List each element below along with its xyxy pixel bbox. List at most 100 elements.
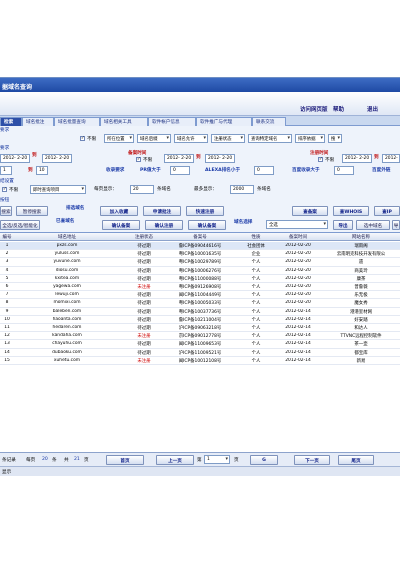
extra-button[interactable]: 导	[392, 220, 400, 230]
date-to-input[interactable]: 2012- 2-20	[42, 154, 72, 163]
menu-web-version[interactable]: 访问网页版	[300, 105, 328, 113]
tab-annotate[interactable]: 域名批注	[22, 117, 54, 126]
row-reg-status: 未注册	[137, 358, 151, 364]
check-record-button[interactable]: 查备案	[292, 206, 328, 216]
max-input[interactable]: 2000	[230, 185, 254, 194]
table-row[interactable]: 6 yagewa.com 未注册 粤ICP备09126908号 个人 2012-02-20…	[0, 283, 400, 292]
row-domain: pxzs.com	[56, 243, 78, 248]
check-ip-button[interactable]: 查IP	[374, 206, 400, 216]
last-page-button[interactable]: 尾页	[338, 455, 374, 465]
domain-choose-select[interactable]: 全选	[266, 220, 328, 229]
row-site-name: 和达人	[354, 326, 368, 331]
table-row[interactable]: 2 yuluss.com 待过期 粤ICP备10001635号 企业 2012-02-20…	[0, 250, 400, 259]
row-nature: 个人	[251, 260, 261, 266]
menu-exit[interactable]: 退出	[367, 105, 378, 113]
row-site-name: 港港室材网	[350, 309, 372, 315]
confirm-record-button-2[interactable]: 确认备案	[188, 220, 226, 230]
table-row[interactable]: 8 momixi.com 待过期 粤ICP备10005033号 个人 2012-02-20…	[0, 299, 400, 308]
table-row[interactable]: 1 pxzs.com 待过期 鲁ICP备09044616号 社会团体 2012-02-20…	[0, 242, 400, 251]
first-page-button[interactable]: 首页	[106, 455, 144, 465]
sort-select[interactable]: 排序依据	[295, 134, 325, 143]
no-limit-checkbox-4[interactable]: ✓	[2, 187, 7, 192]
go-button[interactable]: G	[250, 455, 278, 465]
length-from-input[interactable]: 1	[0, 166, 12, 175]
table-row[interactable]: 5 kxitea.com 待过期 粤ICP备11000088号 个人 2012-02-20…	[0, 275, 400, 283]
record-to-input[interactable]: 2012- 2-20	[205, 154, 235, 163]
row-record-no: 鲁ICP备09044616号	[178, 244, 222, 249]
row-domain: yuvune.com	[53, 259, 81, 265]
table-row[interactable]: 9 baleben.com 待过期 粤ICP备10037736号 个人 2012-02-1…	[0, 308, 400, 316]
table-row[interactable]: 12 kandaha.com 未注册 京ICP备09012778号 个人 2012-02-…	[0, 332, 400, 341]
query-item-select[interactable]: 即时查询项目	[30, 185, 86, 194]
specific-domain-select[interactable]: 查询特定域名	[248, 134, 292, 143]
baidu-input[interactable]: 0	[334, 166, 354, 175]
no-limit-checkbox-1[interactable]: ✓	[80, 136, 85, 141]
row-record-no: 鲁ICP备10211004号	[178, 317, 222, 323]
quick-register-button[interactable]: 快速注册	[186, 206, 224, 216]
add-favorite-button[interactable]: 加入收藏	[100, 206, 138, 216]
alexa-input[interactable]: 0	[254, 166, 274, 175]
per-page-input[interactable]: 20	[130, 185, 154, 194]
table-row[interactable]: 4 diosu.com 待过期 粤ICP备10006276号 个人 2012-02-20 商…	[0, 267, 400, 275]
table-row[interactable]: 15 xuhetu.com 未注册 闽ICP备10012108号 个人 2012-02-1…	[0, 357, 400, 365]
table-row[interactable]: 3 yuvune.com 待过期 粤ICP备10029789号 个人 2012-02-20…	[0, 258, 400, 267]
header-reg-status[interactable]: 注册状态	[124, 234, 164, 240]
length-to-input[interactable]: 10	[36, 166, 48, 175]
row-record-time: 2012-02-20	[285, 259, 311, 265]
header-site-name[interactable]: 网站名称	[322, 234, 400, 240]
header-domain[interactable]: 域名地址	[22, 234, 112, 240]
sort-extra-select[interactable]: 搜	[328, 134, 342, 143]
tab-batch-query[interactable]: 域名批量查询	[54, 117, 100, 126]
table-row[interactable]: 14 dubaoku.com 待过期 沪ICP备11009521号 个人 2012-02-…	[0, 349, 400, 357]
date-from-input[interactable]: 2012- 2-20	[0, 154, 30, 163]
reg-status-select[interactable]: 注册状态	[211, 134, 245, 143]
row-nature: 个人	[251, 326, 261, 331]
start-search-button[interactable]: 搜索	[0, 206, 12, 216]
row-site-name: 魔女秀	[354, 301, 368, 307]
pager-per-page-value: 20	[42, 457, 48, 462]
export-button[interactable]: 导出	[333, 220, 353, 230]
prev-page-button[interactable]: 上一页	[156, 455, 194, 465]
apply-annotate-button[interactable]: 申请批注	[143, 206, 181, 216]
no-limit-checkbox-2[interactable]: ✓	[136, 157, 141, 162]
row-index: 12	[4, 333, 10, 339]
row-index: 13	[4, 341, 10, 347]
search-panel: 要求 ✓ 不限 所在位置 域名后缀 域名允许 注册状态 查询特定域名 排序依据 …	[0, 126, 400, 487]
table-row[interactable]: 10 haoanta.com 待过期 鲁ICP备10211004号 个人 2012-02-…	[0, 316, 400, 324]
next-page-button[interactable]: 下一页	[294, 455, 330, 465]
table-row[interactable]: 7 lewuji.com 待过期 闽ICP备11004449号 个人 2012-02-20…	[0, 291, 400, 300]
confirm-record-button[interactable]: 确认备案	[102, 220, 140, 230]
select-domain-button[interactable]: 选中域名	[356, 220, 390, 230]
select-all-button[interactable]: 全选/反选/智能化	[0, 220, 40, 230]
header-record-time[interactable]: 备案时间	[278, 234, 318, 240]
table-row[interactable]: 11 hedaren.com 待过期 沪ICP备09063218号 个人 2012-02-…	[0, 324, 400, 333]
menu-help[interactable]: 帮助	[333, 105, 344, 113]
page-select[interactable]: 1	[204, 455, 230, 464]
tab-contact[interactable]: 联系交流	[252, 117, 286, 126]
tab-account[interactable]: 软件帐户信息	[148, 117, 196, 126]
header-index[interactable]: 编号	[0, 234, 14, 240]
pr-input[interactable]: 0	[170, 166, 190, 175]
location-select[interactable]: 所在位置	[104, 134, 134, 143]
row-record-time: 2012-02-20	[285, 300, 311, 306]
tab-tools[interactable]: 域名相关工具	[100, 117, 148, 126]
check-whois-button[interactable]: 查WHOIS	[333, 206, 369, 216]
to-label-2: 到	[28, 168, 33, 173]
no-limit-checkbox-3[interactable]: ✓	[318, 157, 323, 162]
suffix-select[interactable]: 域名后缀	[137, 134, 171, 143]
table-row[interactable]: 13 chayuhu.com 待过期 闽ICP备11009653号 个人 2012-02-…	[0, 340, 400, 349]
record-from-input[interactable]: 2012- 2-20	[164, 154, 194, 163]
row-record-time: 2012-02-14	[285, 333, 311, 339]
row-index: 2	[5, 251, 9, 257]
confirm-register-button[interactable]: 确认注册	[145, 220, 183, 230]
reg-from-input[interactable]: 2012- 2-20	[342, 154, 372, 163]
reg-to-input[interactable]: 2012- 2-20	[382, 154, 400, 163]
header-record-no[interactable]: 备案号	[168, 234, 232, 240]
row-index: 7	[5, 292, 9, 298]
allow-select[interactable]: 域名允许	[174, 134, 208, 143]
row-record-no: 京ICP备09012778号	[178, 334, 222, 340]
tab-search[interactable]: 检索	[0, 117, 22, 126]
tab-promotion[interactable]: 软件推广与代理	[196, 117, 252, 126]
pause-search-button[interactable]: 暂停搜索	[16, 206, 48, 216]
header-nature[interactable]: 性质	[236, 234, 276, 240]
